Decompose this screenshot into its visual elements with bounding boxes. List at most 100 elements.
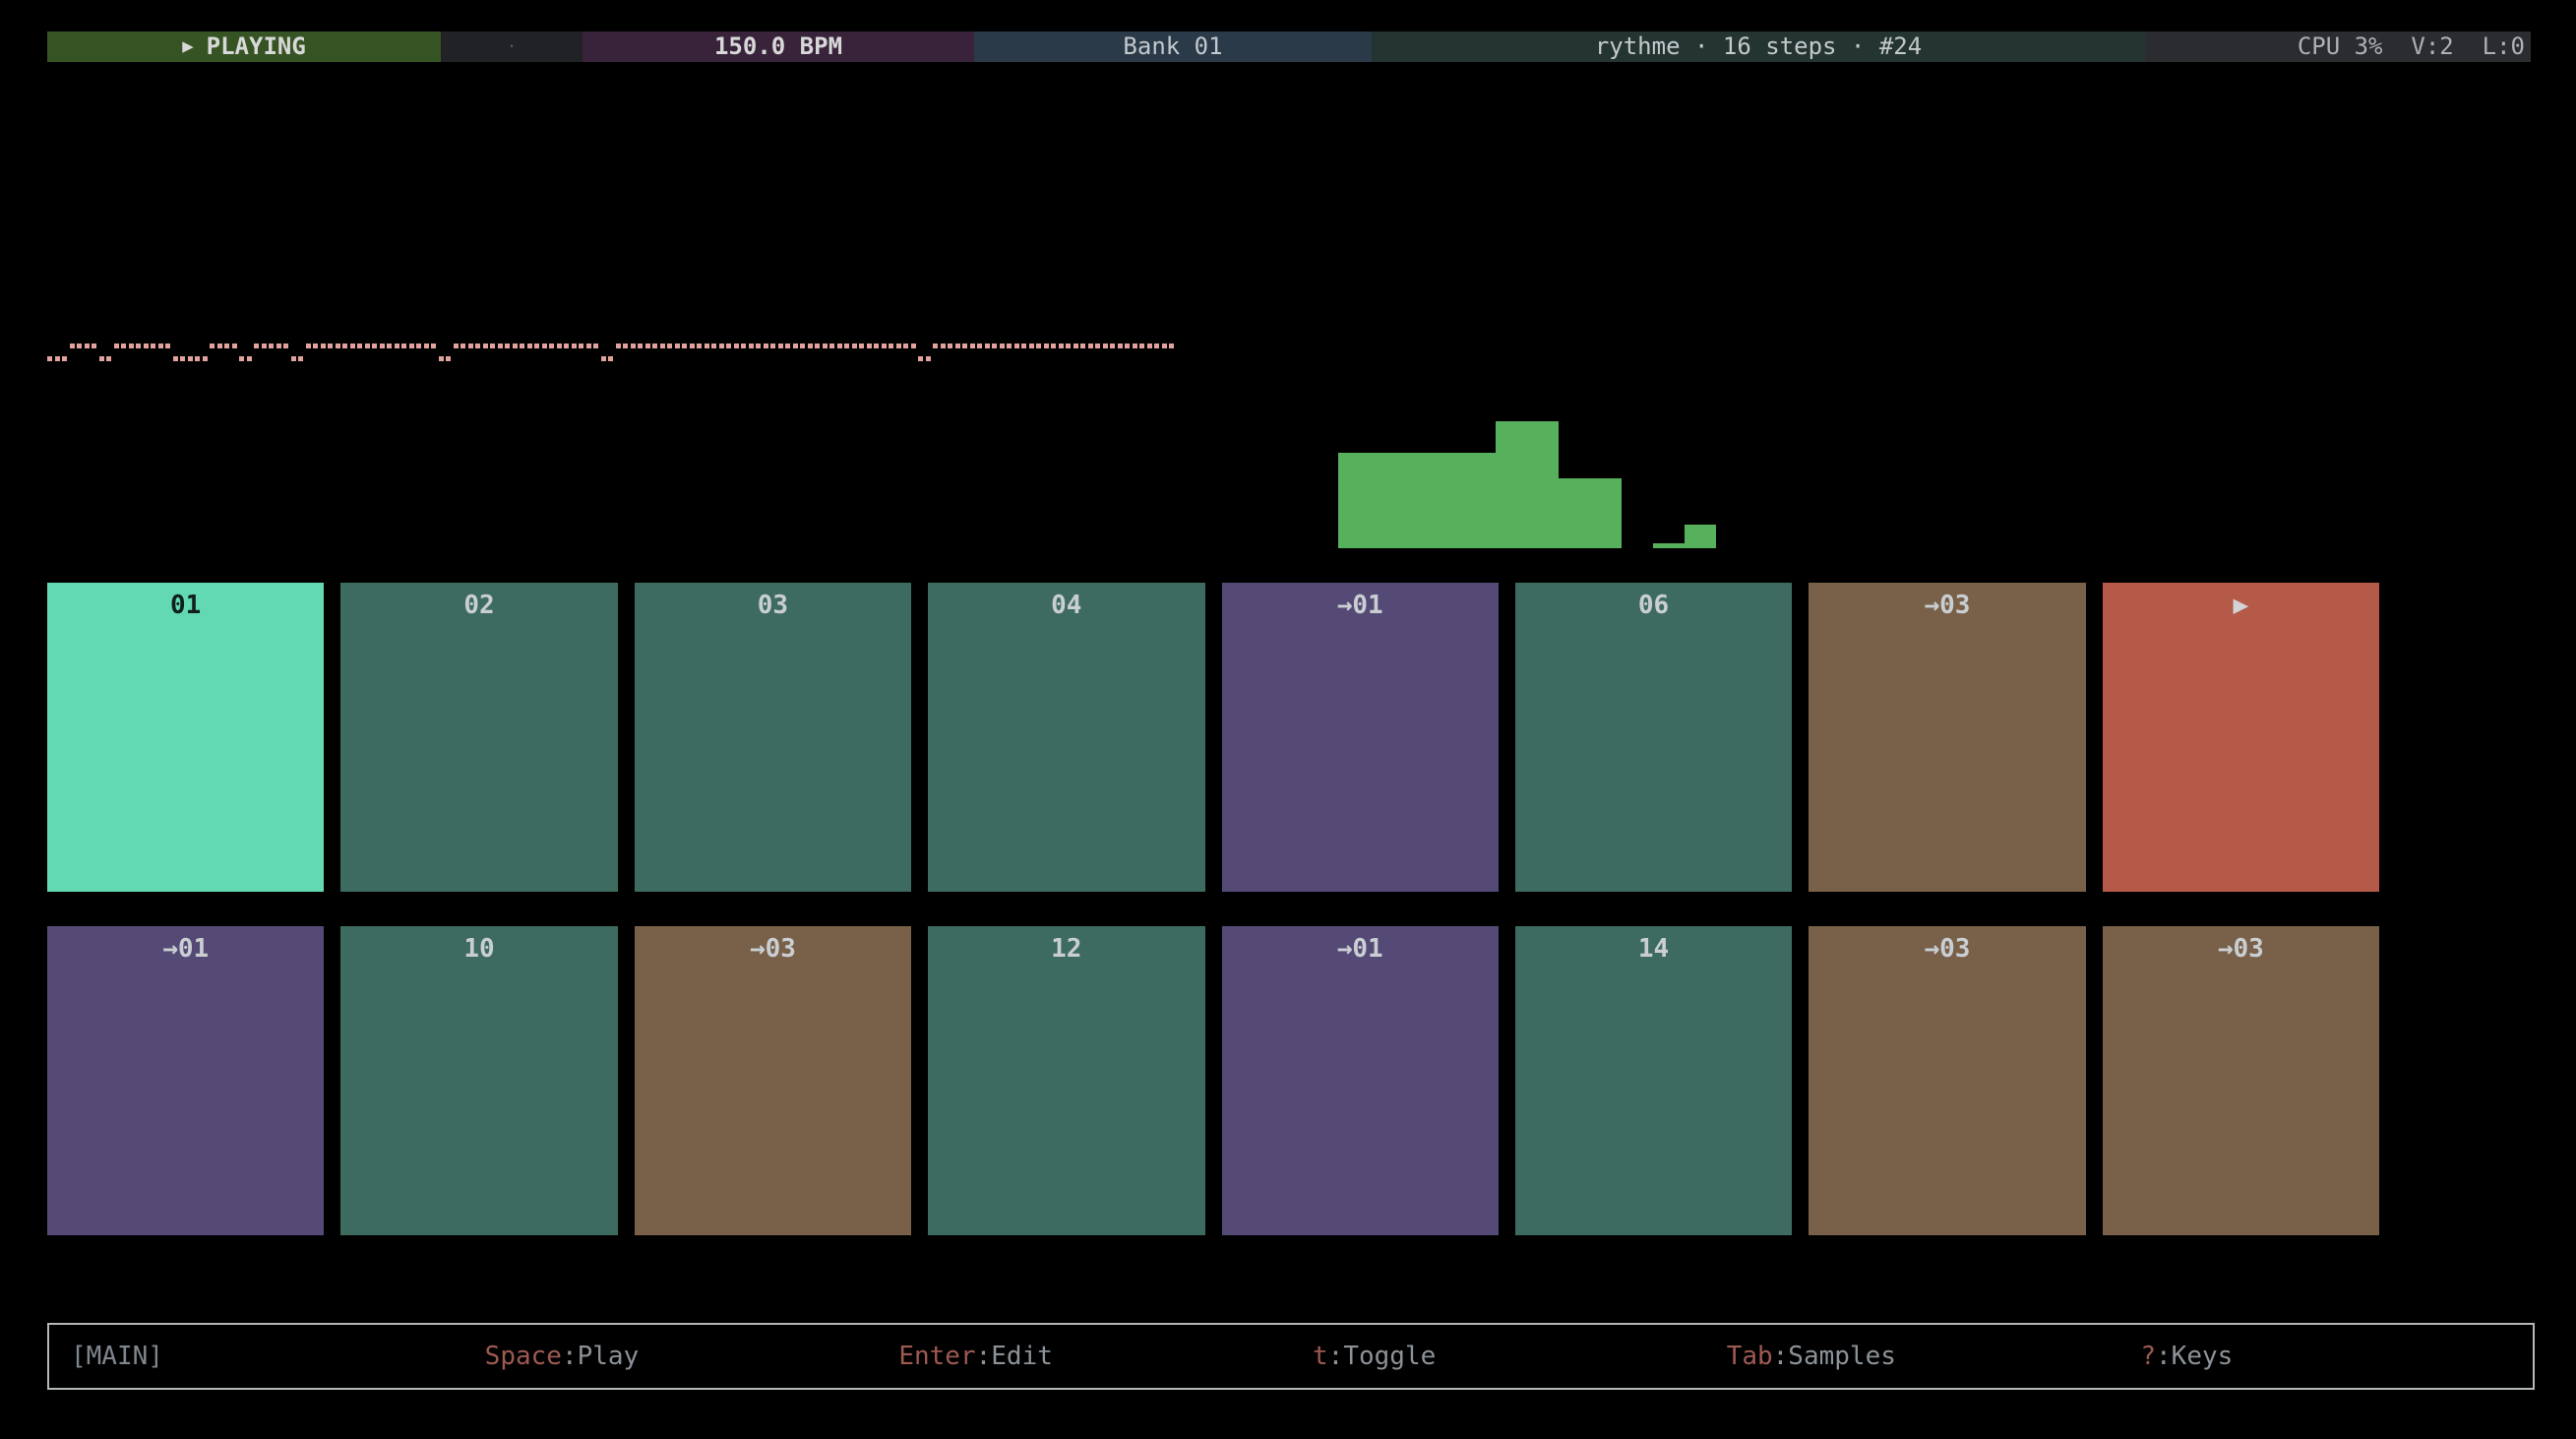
wave-dot	[837, 344, 842, 348]
wave-dot	[350, 344, 355, 348]
wave-dot	[1154, 344, 1159, 348]
pad-10[interactable]: 10	[340, 926, 617, 1235]
wave-dot	[992, 344, 997, 348]
pad-16[interactable]: →03	[2103, 926, 2379, 1235]
transport-status-label: PLAYING	[207, 31, 306, 62]
pad-01[interactable]: 01	[47, 583, 324, 892]
pad-label: →01	[1337, 591, 1383, 620]
hint-key: Enter	[898, 1342, 975, 1371]
pad-14[interactable]: 14	[1515, 926, 1792, 1235]
wave-dot	[136, 344, 141, 348]
pad-07[interactable]: →03	[1809, 583, 2085, 892]
wave-dot	[1044, 344, 1049, 348]
wave-dot	[829, 344, 834, 348]
wave-dot	[579, 344, 583, 348]
pad-label: 01	[170, 591, 201, 620]
wave-dot	[47, 356, 52, 361]
wave-dot	[911, 344, 916, 348]
wave-dot	[283, 344, 288, 348]
wave-dot	[460, 344, 465, 348]
wave-dot	[675, 344, 680, 348]
pad-08[interactable]: ▶	[2103, 583, 2379, 892]
meter-bar-9	[1590, 478, 1622, 548]
wave-dot	[454, 344, 459, 348]
hint-key: t	[1313, 1342, 1328, 1371]
help-bar: [MAIN]Space:PlayEnter:Editt:ToggleTab:Sa…	[47, 1323, 2535, 1390]
wave-dot	[151, 344, 155, 348]
wave-dot	[667, 344, 672, 348]
wave-dot	[1000, 344, 1005, 348]
wave-dot	[882, 344, 887, 348]
pad-03[interactable]: 03	[635, 583, 911, 892]
pad-06[interactable]: 06	[1515, 583, 1792, 892]
wave-dot	[896, 344, 901, 348]
key-hint-samples: Tab:Samples	[1705, 1342, 2119, 1371]
wave-dot	[173, 356, 178, 361]
top-bar: ▶ PLAYING · 150.0 BPM Bank 01 rythme · 1…	[47, 31, 2531, 62]
meter-bar-6	[1496, 421, 1527, 548]
wave-dot	[180, 356, 185, 361]
wave-dot	[756, 344, 761, 348]
wave-dot	[549, 344, 554, 348]
wave-dot	[1088, 344, 1093, 348]
pad-05[interactable]: →01	[1222, 583, 1499, 892]
wave-dot	[62, 356, 67, 361]
sequencer-app: ▶ PLAYING · 150.0 BPM Bank 01 rythme · 1…	[0, 0, 2576, 1439]
wave-dot	[203, 356, 208, 361]
wave-dot	[114, 344, 119, 348]
wave-dot	[1014, 344, 1019, 348]
wave-dot	[409, 344, 414, 348]
wave-dot	[276, 344, 281, 348]
pad-play-icon: ▶	[2233, 591, 2248, 620]
pad-15[interactable]: →03	[1809, 926, 2085, 1235]
key-hint-keys: ?:Keys	[2118, 1342, 2533, 1371]
pad-12[interactable]: 12	[928, 926, 1204, 1235]
wave-dot	[1133, 344, 1137, 348]
bank-display: Bank 01	[974, 31, 1372, 62]
wave-dot	[321, 344, 326, 348]
meter-bar-8	[1559, 478, 1590, 548]
wave-dot	[867, 344, 872, 348]
wave-dot	[291, 356, 296, 361]
key-hint-edit: Enter:Edit	[877, 1342, 1291, 1371]
wave-dot	[372, 344, 377, 348]
pad-09[interactable]: →01	[47, 926, 324, 1235]
pad-04[interactable]: 04	[928, 583, 1204, 892]
wave-dot	[217, 344, 222, 348]
wave-dot	[785, 344, 790, 348]
wave-dot	[593, 344, 598, 348]
pad-label: →01	[162, 934, 209, 964]
wave-dot	[1125, 344, 1130, 348]
wave-dot	[711, 344, 716, 348]
wave-dot	[542, 344, 547, 348]
hint-key: Space	[485, 1342, 562, 1371]
wave-dot	[586, 344, 591, 348]
pad-11[interactable]: →03	[635, 926, 911, 1235]
wave-dot	[690, 344, 695, 348]
pad-label: →03	[2218, 934, 2264, 964]
pad-13[interactable]: →01	[1222, 926, 1499, 1235]
meter-bar-1	[1338, 453, 1370, 548]
cpu-stats: CPU 3% V:2 L:0	[2145, 31, 2531, 62]
wave-dot	[852, 344, 857, 348]
wave-dot	[770, 344, 775, 348]
wave-dot	[918, 356, 923, 361]
wave-dot	[254, 344, 259, 348]
play-icon: ▶	[182, 31, 193, 62]
wave-dot	[298, 356, 303, 361]
wave-dot	[1080, 344, 1085, 348]
hint-label: :Samples	[1773, 1342, 1896, 1371]
wave-dot	[85, 344, 90, 348]
wave-dot	[1147, 344, 1152, 348]
meter-bar-7	[1527, 421, 1559, 548]
pad-02[interactable]: 02	[340, 583, 617, 892]
wave-dot	[623, 344, 628, 348]
pad-label: 14	[1638, 934, 1669, 964]
wave-dot	[144, 344, 149, 348]
wave-dot	[734, 344, 739, 348]
wave-dot	[328, 344, 333, 348]
wave-dot	[608, 356, 613, 361]
wave-dot	[1095, 344, 1100, 348]
wave-dot	[652, 344, 657, 348]
hint-label: :Keys	[2156, 1342, 2233, 1371]
